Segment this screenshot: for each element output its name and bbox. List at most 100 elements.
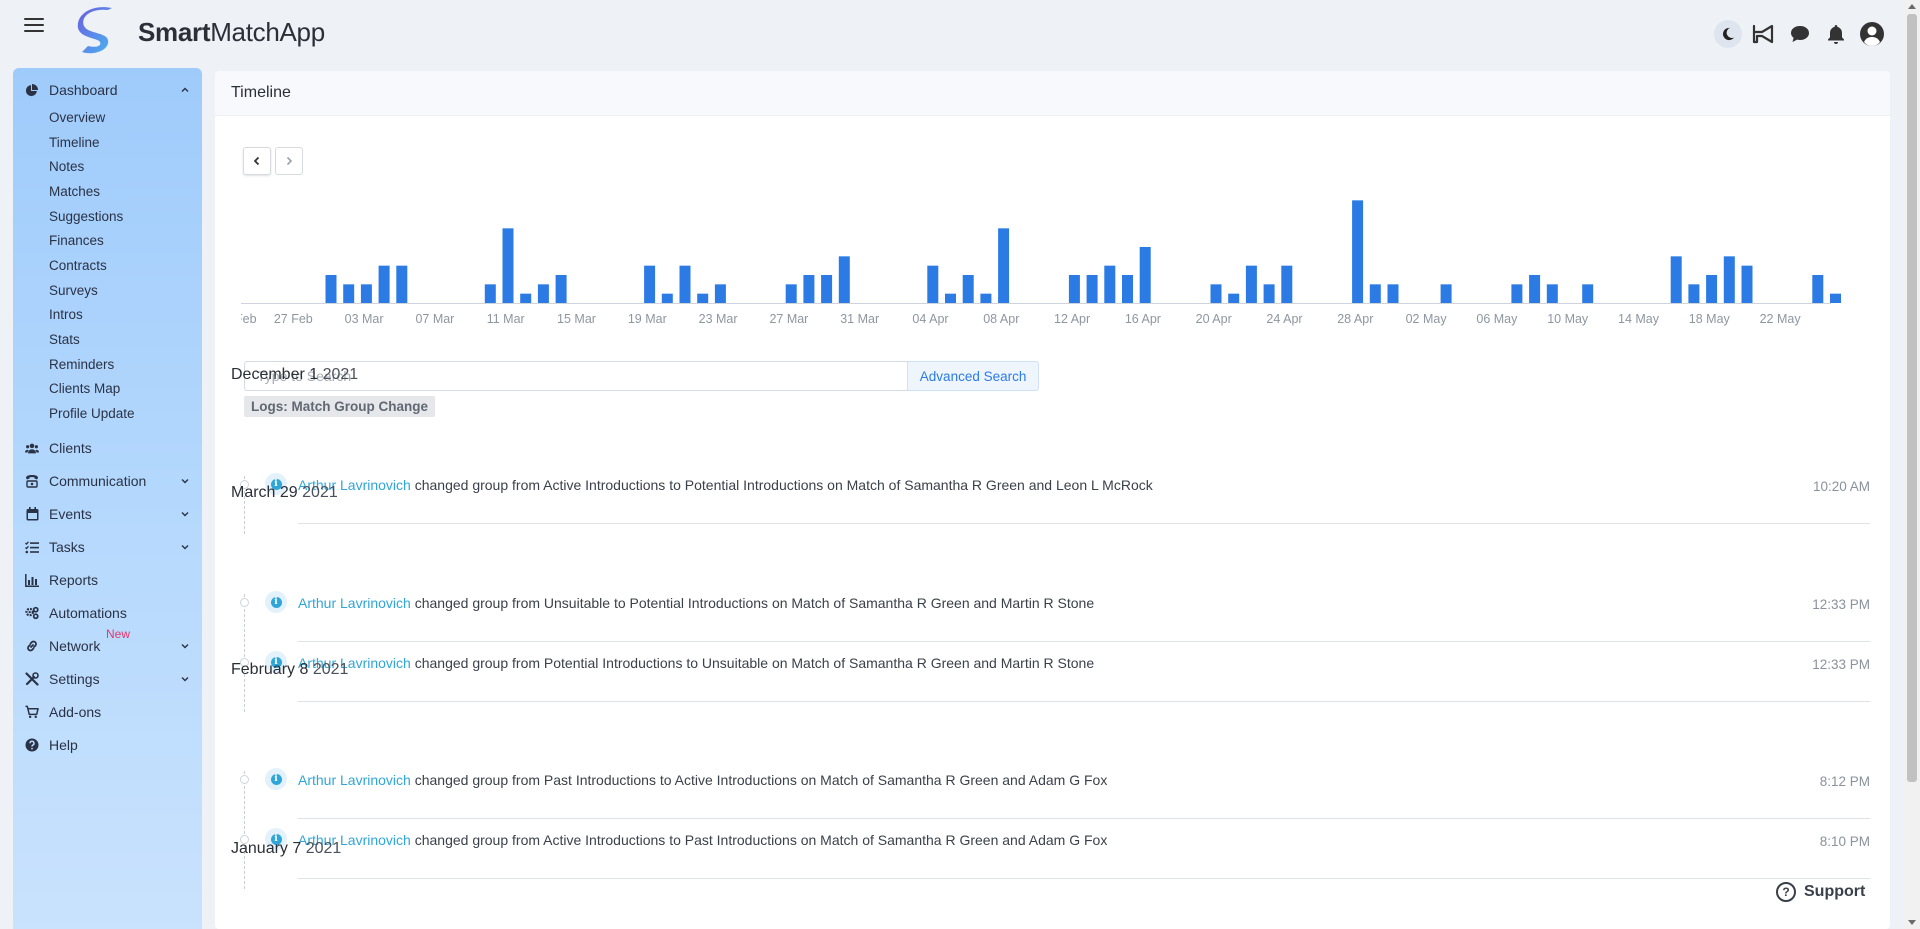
- bell-icon[interactable]: [1822, 20, 1850, 48]
- chart-bar[interactable]: [537, 284, 549, 303]
- sidebar-item-reports[interactable]: Reports: [13, 567, 202, 593]
- chart-bar[interactable]: [1741, 265, 1753, 303]
- sidebar-item-events[interactable]: Events: [13, 501, 202, 527]
- sidebar-item-help[interactable]: Help: [13, 732, 202, 758]
- chart-bar[interactable]: [502, 228, 514, 303]
- megaphone-icon[interactable]: [1750, 20, 1778, 48]
- sidebar-sub-stats[interactable]: Stats: [49, 332, 80, 352]
- sidebar-item-dashboard[interactable]: Dashboard: [13, 77, 202, 103]
- chart-bar[interactable]: [1511, 284, 1523, 303]
- chart-bar[interactable]: [1122, 275, 1133, 303]
- chart-bar[interactable]: [1546, 284, 1558, 303]
- chart-bar[interactable]: [396, 265, 408, 303]
- chart-bar[interactable]: [679, 265, 691, 303]
- chart-bar[interactable]: [1139, 247, 1151, 303]
- chart-bar[interactable]: [520, 293, 532, 303]
- menu-icon[interactable]: [24, 18, 44, 34]
- chart-bar[interactable]: [1104, 265, 1116, 303]
- chart-bar[interactable]: [1068, 275, 1080, 303]
- chart-bar[interactable]: [1086, 275, 1098, 303]
- sidebar-sub-finances[interactable]: Finances: [49, 233, 104, 253]
- sidebar-item-label: Reports: [49, 572, 99, 588]
- chart-bar[interactable]: [1688, 284, 1700, 303]
- day-heading: February 8 2021: [231, 661, 348, 679]
- scroll-down-arrow[interactable]: [1908, 920, 1916, 925]
- chart-bar[interactable]: [945, 293, 956, 303]
- sidebar-sub-timeline[interactable]: Timeline: [49, 135, 100, 155]
- chart-bar[interactable]: [360, 284, 372, 303]
- user-circle-icon[interactable]: [1858, 20, 1886, 48]
- chart-bar[interactable]: [1281, 265, 1293, 303]
- sidebar-sub-intros[interactable]: Intros: [49, 307, 83, 327]
- prev-page-button[interactable]: [243, 147, 271, 175]
- chart-bar[interactable]: [555, 275, 567, 303]
- chart-bar[interactable]: [1210, 284, 1222, 303]
- chart-bar[interactable]: [484, 284, 496, 303]
- chart-bar[interactable]: [1830, 293, 1841, 303]
- chart-bar[interactable]: [838, 256, 850, 303]
- sidebar-item-automations[interactable]: Automations: [13, 600, 202, 626]
- timeline-dot: [240, 775, 249, 784]
- next-page-button[interactable]: [275, 147, 303, 175]
- chart-bar[interactable]: [962, 275, 974, 303]
- chart-bar[interactable]: [1387, 284, 1399, 303]
- chart-bar[interactable]: [1352, 200, 1364, 303]
- page-scrollbar[interactable]: [1904, 0, 1920, 929]
- chart-bar[interactable]: [785, 284, 797, 303]
- sidebar-sub-surveys[interactable]: Surveys: [49, 283, 98, 303]
- sidebar-item-settings[interactable]: Settings: [13, 666, 202, 692]
- sidebar-sub-notes[interactable]: Notes: [49, 159, 84, 179]
- chart-bar[interactable]: [1706, 275, 1718, 303]
- sidebar-sub-matches[interactable]: Matches: [49, 184, 100, 204]
- sidebar-sub-reminders[interactable]: Reminders: [49, 357, 114, 377]
- sidebar-item-communication[interactable]: Communication: [13, 468, 202, 494]
- support-button[interactable]: ? Support: [1772, 880, 1870, 904]
- advanced-search-button[interactable]: Advanced Search: [907, 361, 1039, 391]
- sidebar-sub-suggestions[interactable]: Suggestions: [49, 209, 123, 229]
- app-brand[interactable]: SmartMatchApp: [138, 17, 325, 48]
- sidebar-item-label: Automations: [49, 605, 127, 621]
- year-label: 2021: [322, 366, 359, 383]
- sidebar-sub-clients-map[interactable]: Clients Map: [49, 381, 120, 401]
- chart-bar[interactable]: [1228, 293, 1240, 303]
- chart-bar[interactable]: [1582, 284, 1594, 303]
- entry-time: 10:20 AM: [1812, 479, 1870, 494]
- chart-bar[interactable]: [821, 275, 833, 303]
- sidebar-item-network[interactable]: Network New: [13, 627, 202, 659]
- chart-bar[interactable]: [1440, 284, 1452, 303]
- chat-icon[interactable]: [1786, 20, 1814, 48]
- chart-bar[interactable]: [1245, 265, 1257, 303]
- chart-bar[interactable]: [378, 265, 390, 303]
- chart-bar[interactable]: [1723, 256, 1735, 303]
- chart-bar[interactable]: [697, 293, 709, 303]
- sidebar-sub-profile-update[interactable]: Profile Update: [49, 406, 135, 426]
- entry-time: 8:12 PM: [1819, 774, 1870, 789]
- sidebar-item-add-ons[interactable]: Add-ons: [13, 699, 202, 725]
- filter-chip[interactable]: Logs: Match Group Change: [244, 396, 435, 417]
- chart-bar[interactable]: [803, 275, 815, 303]
- chart-bar[interactable]: [714, 284, 726, 303]
- chart-bar[interactable]: [927, 265, 939, 303]
- user-link[interactable]: Arthur Lavrinovich: [298, 772, 411, 788]
- scroll-thumb[interactable]: [1907, 14, 1917, 782]
- chart-bar[interactable]: [325, 275, 337, 303]
- sidebar-sub-contracts[interactable]: Contracts: [49, 258, 107, 278]
- sidebar-sub-overview[interactable]: Overview: [49, 110, 105, 130]
- chart-bar[interactable]: [1812, 275, 1824, 303]
- chart-bar[interactable]: [1670, 256, 1682, 303]
- chart-tick-label: 23 Mar: [699, 312, 738, 326]
- user-link[interactable]: Arthur Lavrinovich: [298, 595, 411, 611]
- chart-bar[interactable]: [1263, 284, 1275, 303]
- app-logo[interactable]: [68, 4, 124, 60]
- scroll-up-arrow[interactable]: [1908, 4, 1916, 9]
- sidebar-item-tasks[interactable]: Tasks: [13, 534, 202, 560]
- moon-icon[interactable]: [1714, 20, 1742, 48]
- chart-bar[interactable]: [1529, 275, 1541, 303]
- chart-bar[interactable]: [644, 265, 656, 303]
- chart-bar[interactable]: [661, 293, 673, 303]
- sidebar-item-clients[interactable]: Clients: [13, 435, 202, 461]
- chart-bar[interactable]: [998, 228, 1010, 303]
- chart-bar[interactable]: [343, 284, 355, 303]
- chart-bar[interactable]: [980, 293, 992, 303]
- chart-bar[interactable]: [1369, 284, 1381, 303]
